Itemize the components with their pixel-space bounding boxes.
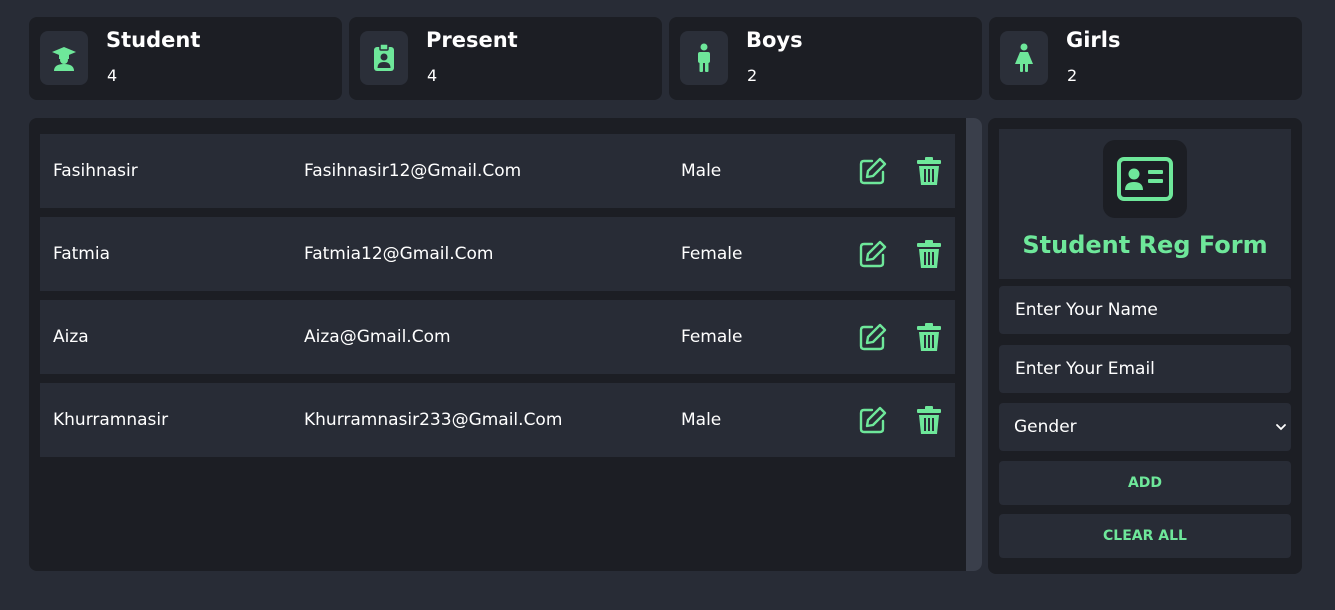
student-email: Aiza@Gmail.Com: [304, 327, 451, 347]
id-card-icon: [1103, 140, 1187, 218]
edit-icon[interactable]: [858, 405, 888, 435]
edit-icon[interactable]: [858, 156, 888, 186]
clear-all-button[interactable]: CLEAR ALL: [999, 514, 1291, 558]
stat-title: Boys: [746, 28, 803, 52]
students-table: Fasihnasir Fasihnasir12@Gmail.Com Male F…: [29, 118, 982, 571]
female-person-icon: [1000, 31, 1048, 85]
table-row: Fatmia Fatmia12@Gmail.Com Female: [40, 217, 955, 291]
table-row: Aiza Aiza@Gmail.Com Female: [40, 300, 955, 374]
stat-value: 2: [1067, 66, 1078, 85]
student-name: Fasihnasir: [53, 161, 138, 181]
trash-icon[interactable]: [914, 156, 944, 186]
student-name: Aiza: [53, 327, 89, 347]
stat-value: 4: [107, 66, 118, 85]
registration-form: Student Reg Form Gender ADD CLEAR ALL: [988, 118, 1302, 574]
table-row: Khurramnasir Khurramnasir233@Gmail.Com M…: [40, 383, 955, 457]
student-name: Khurramnasir: [53, 410, 169, 430]
stat-value: 2: [747, 66, 758, 85]
name-input[interactable]: [999, 286, 1291, 334]
table-row: Fasihnasir Fasihnasir12@Gmail.Com Male: [40, 134, 955, 208]
stat-card-present: Present 4: [349, 17, 662, 100]
student-email: Fasihnasir12@Gmail.Com: [304, 161, 522, 181]
stat-title: Student: [106, 28, 201, 52]
add-button[interactable]: ADD: [999, 461, 1291, 505]
edit-icon[interactable]: [858, 239, 888, 269]
table-scrollbar[interactable]: [966, 118, 982, 571]
student-gender: Female: [681, 244, 743, 264]
stat-title: Girls: [1066, 28, 1121, 52]
trash-icon[interactable]: [914, 239, 944, 269]
trash-icon[interactable]: [914, 322, 944, 352]
email-input[interactable]: [999, 345, 1291, 393]
edit-icon[interactable]: [858, 322, 888, 352]
stat-value: 4: [427, 66, 438, 85]
app-root: Student 4 Present 4 Boys 2 Girls 2 Fasih…: [0, 0, 1335, 610]
male-person-icon: [680, 31, 728, 85]
student-email: Fatmia12@Gmail.Com: [304, 244, 494, 264]
student-gender: Male: [681, 410, 722, 430]
chevron-down-icon: [1276, 424, 1286, 431]
student-gender: Female: [681, 327, 743, 347]
stat-card-boys: Boys 2: [669, 17, 982, 100]
student-email: Khurramnasir233@Gmail.Com: [304, 410, 563, 430]
stat-card-student: Student 4: [29, 17, 342, 100]
gender-select[interactable]: Gender: [999, 403, 1291, 451]
stat-title: Present: [426, 28, 518, 52]
form-header: Student Reg Form: [999, 129, 1291, 279]
graduate-icon: [40, 31, 88, 85]
form-title: Student Reg Form: [1022, 231, 1268, 259]
id-badge-icon: [360, 31, 408, 85]
gender-select-value: Gender: [1014, 417, 1077, 437]
student-gender: Male: [681, 161, 722, 181]
stat-card-girls: Girls 2: [989, 17, 1302, 100]
student-name: Fatmia: [53, 244, 111, 264]
trash-icon[interactable]: [914, 405, 944, 435]
